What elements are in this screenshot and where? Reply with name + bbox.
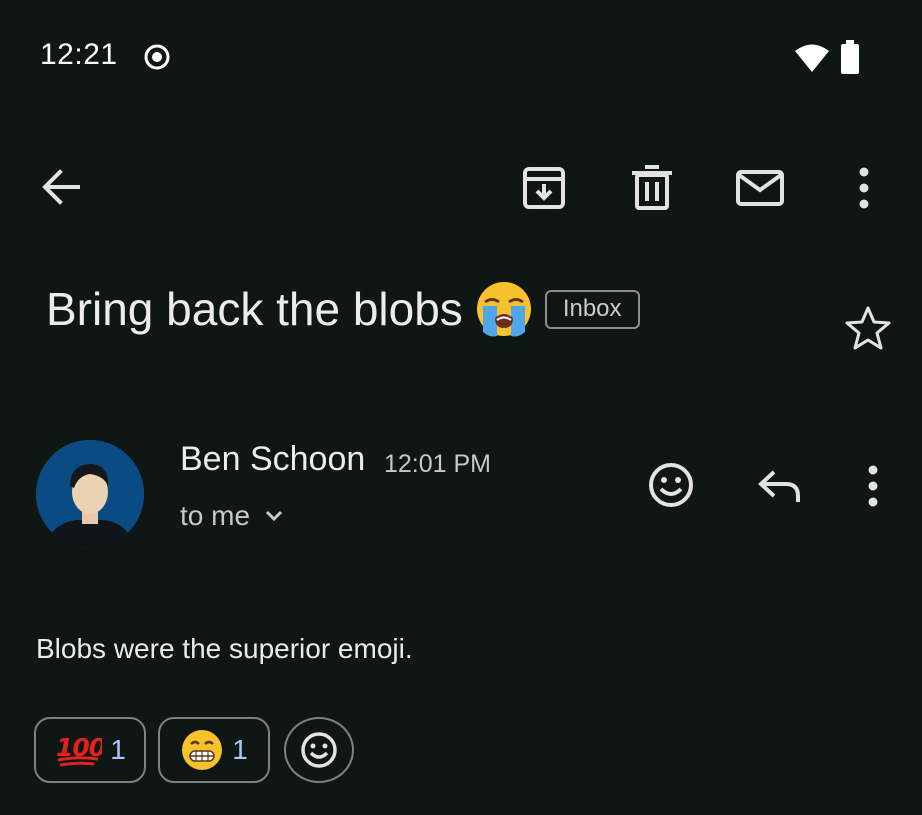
inbox-label-chip[interactable]: Inbox: [544, 289, 640, 329]
recipient-details-toggle[interactable]: to me: [180, 500, 288, 532]
reaction-count: 1: [232, 734, 248, 765]
message-more-vert-icon[interactable]: [856, 462, 890, 510]
battery-icon: [841, 40, 859, 74]
hundred-points-icon: 100: [56, 733, 102, 767]
reaction-hundred-points[interactable]: 100 1: [34, 717, 146, 783]
add-reaction-button[interactable]: [284, 717, 354, 783]
reaction-count: 1: [110, 734, 126, 765]
more-vert-icon[interactable]: [846, 164, 882, 212]
delete-icon[interactable]: [630, 164, 674, 212]
wifi-icon: [795, 44, 829, 72]
loudly-crying-face-icon: [476, 282, 531, 337]
subject-row: Bring back the blobs Inbox: [46, 276, 640, 342]
email-body: Blobs were the superior emoji.: [36, 633, 413, 664]
star-icon[interactable]: [844, 305, 892, 351]
recipient-label: to me: [180, 500, 251, 531]
status-time: 12:21: [40, 38, 118, 71]
sender-name: Ben Schoon: [180, 440, 366, 478]
reply-icon[interactable]: [756, 462, 804, 510]
mark-unread-icon[interactable]: [734, 164, 786, 212]
reaction-grinning-face[interactable]: 1: [158, 717, 270, 783]
add-reaction-icon: [301, 732, 337, 768]
archive-icon[interactable]: [520, 164, 568, 212]
chevron-down-icon: [265, 510, 283, 522]
screen-record-icon: [144, 44, 170, 70]
back-arrow-icon[interactable]: [38, 164, 84, 210]
grinning-face-icon: [182, 730, 223, 770]
sent-time: 12:01 PM: [384, 450, 492, 478]
email-subject: Bring back the blobs: [46, 283, 463, 335]
add-reaction-icon[interactable]: [646, 460, 696, 510]
avatar-portrait-icon: [36, 440, 144, 548]
avatar[interactable]: [36, 440, 144, 548]
